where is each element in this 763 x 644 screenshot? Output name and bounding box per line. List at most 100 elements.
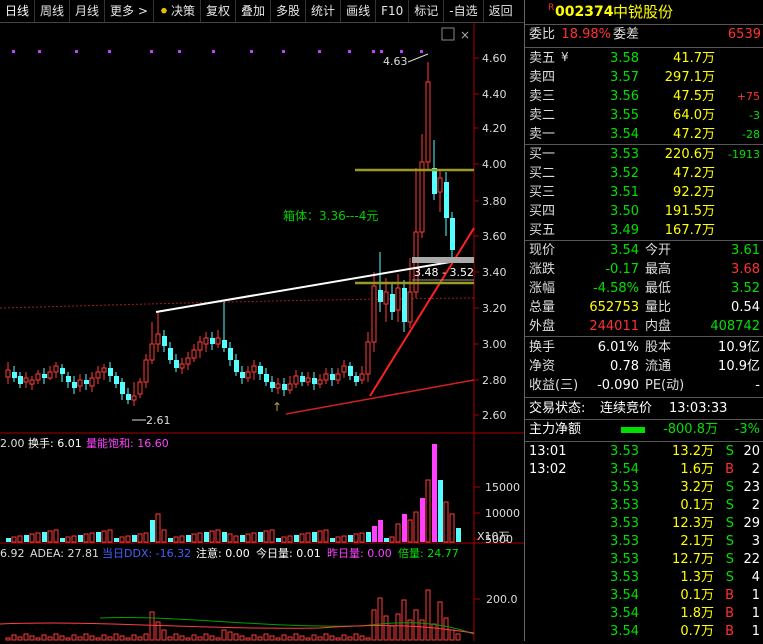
volume-bar bbox=[137, 533, 143, 543]
ddx-bar bbox=[89, 635, 95, 641]
ddx-bar bbox=[293, 633, 299, 641]
sell-label: 卖五 bbox=[529, 51, 556, 66]
ddx-bar bbox=[65, 637, 71, 641]
candle bbox=[234, 360, 239, 372]
tick-side: S bbox=[725, 480, 734, 495]
price-tick: 4.40 bbox=[482, 88, 507, 101]
volume-bar bbox=[263, 530, 269, 543]
fund-value2: 10.9亿 bbox=[718, 359, 760, 374]
quote-value2: 3.68 bbox=[731, 262, 760, 277]
signal-dot bbox=[372, 50, 375, 53]
tick-price: 3.53 bbox=[610, 480, 639, 495]
candle bbox=[378, 290, 383, 302]
candle bbox=[12, 372, 17, 378]
settings-box-icon[interactable] bbox=[441, 27, 455, 41]
buy-price: 3.53 bbox=[610, 147, 639, 162]
candle bbox=[174, 360, 179, 368]
overlay-button[interactable]: 叠加 bbox=[236, 0, 272, 22]
candle bbox=[35, 373, 41, 381]
ddx-bars bbox=[5, 589, 461, 641]
sell-label: 卖一 bbox=[529, 127, 556, 142]
decision-button[interactable]: ⚫ 决策 bbox=[154, 0, 201, 22]
tab-monthly[interactable]: 月线 bbox=[70, 0, 106, 22]
status-label: 交易状态: bbox=[529, 401, 586, 416]
volume-bar bbox=[456, 528, 461, 542]
tick-time: 13:01 bbox=[529, 444, 567, 459]
tick-side: S bbox=[725, 498, 734, 513]
fund-label2: 股本 bbox=[645, 340, 672, 355]
vol-prefix: 2.00 bbox=[0, 437, 25, 450]
ddx-bar bbox=[365, 637, 371, 641]
ddx-bar bbox=[71, 634, 77, 641]
candle bbox=[323, 373, 329, 381]
volume-bar bbox=[168, 538, 173, 542]
sell-volume: 64.0万 bbox=[673, 108, 715, 123]
volume-bar bbox=[119, 536, 125, 543]
tick-volume: 0.1万 bbox=[680, 588, 714, 603]
ddx-bar bbox=[377, 597, 383, 641]
quote-label: 总量 bbox=[529, 300, 556, 315]
f10-button[interactable]: F10 bbox=[376, 0, 410, 22]
ddx-bar bbox=[5, 637, 11, 641]
stats-button[interactable]: 统计 bbox=[306, 0, 342, 22]
multi-stock-button[interactable]: 多股 bbox=[271, 0, 307, 22]
tick-row: 13:01 3.53 13.2万 S 20 bbox=[525, 443, 763, 461]
ddx-bar bbox=[233, 633, 239, 641]
candle bbox=[395, 287, 401, 311]
candle bbox=[390, 294, 395, 312]
buy-label: 买五 bbox=[529, 223, 556, 238]
decision-label: 决策 bbox=[170, 4, 195, 18]
ddx-bar bbox=[95, 637, 101, 641]
arrow-up-icon: ↑ bbox=[272, 400, 282, 414]
sell-label: 卖二 bbox=[529, 108, 556, 123]
tick-row: 3.54 1.8万 B 1 bbox=[525, 605, 763, 623]
tick-row: 3.53 0.1万 S 2 bbox=[525, 497, 763, 515]
adea-label: ADEA: 27.81 bbox=[30, 547, 99, 560]
tick-count: 1 bbox=[751, 624, 760, 639]
signal-dot bbox=[38, 50, 41, 53]
volume-bar bbox=[17, 535, 23, 543]
volume-bar bbox=[276, 538, 281, 542]
sell-volume: 297.1万 bbox=[664, 70, 715, 85]
buy-volume: 167.7万 bbox=[664, 223, 715, 238]
range-band bbox=[412, 257, 474, 263]
sell-change: +75 bbox=[736, 90, 760, 103]
close-icon[interactable]: × bbox=[460, 28, 470, 42]
weicha-label: 委差 bbox=[613, 27, 640, 42]
volume-bar bbox=[132, 535, 137, 542]
volume-bar bbox=[155, 513, 161, 543]
ddx-bar bbox=[29, 635, 35, 641]
ddx-bar bbox=[35, 637, 41, 641]
candle bbox=[179, 363, 185, 369]
ddx-bar bbox=[413, 609, 419, 641]
more-menu[interactable]: 更多 > bbox=[105, 0, 154, 22]
candle bbox=[114, 376, 119, 384]
adjust-button[interactable]: 复权 bbox=[201, 0, 237, 22]
ddx-bar bbox=[455, 633, 461, 641]
main-flow-value: -800.8万 bbox=[663, 422, 718, 437]
candle bbox=[251, 365, 257, 373]
kline-chart[interactable]: × 4.60 4.40 4.20 4.00 3.80 3.60 3.40 3.20 3.00 2.… bbox=[0, 22, 524, 641]
tick-side: B bbox=[725, 462, 734, 477]
price-tick: 3.20 bbox=[482, 302, 507, 315]
buy-label: 买一 bbox=[529, 147, 556, 162]
candle bbox=[330, 374, 335, 380]
draw-line-button[interactable]: 画线 bbox=[341, 0, 377, 22]
candle bbox=[149, 343, 155, 361]
back-button[interactable]: 返回 bbox=[484, 0, 518, 22]
candle bbox=[275, 383, 281, 389]
tab-daily[interactable]: 日线 bbox=[0, 0, 36, 22]
ddx-bar bbox=[215, 637, 221, 641]
volume-bar bbox=[281, 536, 287, 543]
mark-button[interactable]: 标记 bbox=[409, 0, 445, 22]
kline-chart-area[interactable]: × 4.60 4.40 4.20 4.00 3.80 3.60 3.40 3.20 3.00 2.… bbox=[0, 22, 524, 641]
candle bbox=[282, 384, 287, 390]
quote-row: 总量 652753 量比 0.54 bbox=[525, 299, 763, 317]
ddx-bar bbox=[299, 635, 305, 641]
candle bbox=[359, 373, 365, 381]
ddx-bar bbox=[425, 589, 431, 641]
watchlist-button[interactable]: -自选 bbox=[444, 0, 484, 22]
tab-weekly[interactable]: 周线 bbox=[35, 0, 71, 22]
ddx-bar bbox=[251, 634, 257, 641]
status-value: 连续竞价 bbox=[600, 401, 653, 416]
